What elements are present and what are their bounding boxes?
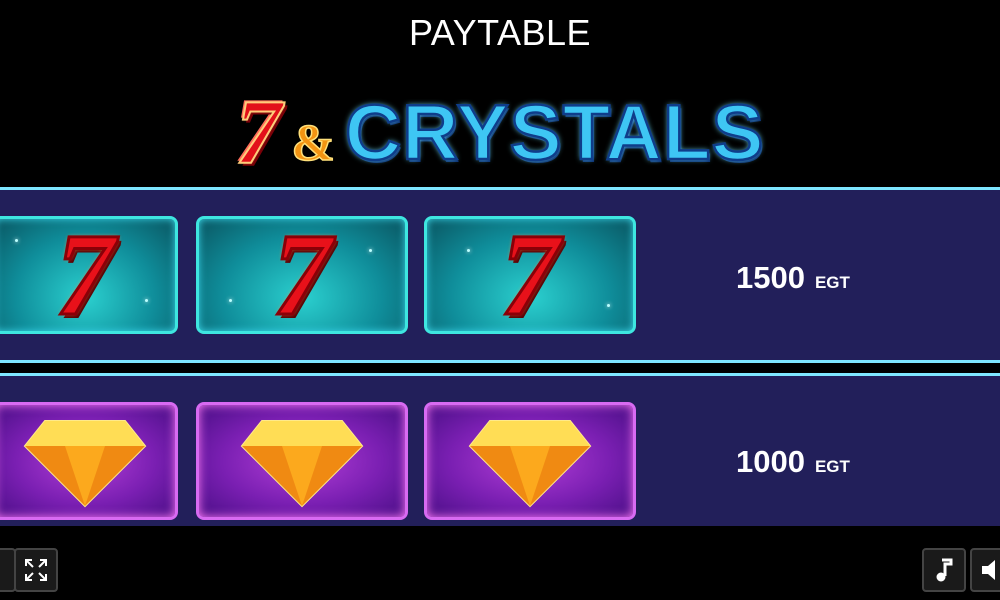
- seven-glyph: 7: [54, 216, 116, 334]
- logo-ampersand: &: [291, 115, 336, 172]
- logo-seven: 7: [235, 81, 283, 183]
- paytable-row-diamond: 1000 EGT: [0, 373, 1000, 526]
- prize-currency: EGT: [814, 273, 850, 292]
- music-icon: [936, 558, 953, 582]
- diamond-symbol: [196, 402, 408, 520]
- seven-symbol: 7: [424, 216, 636, 334]
- game-logo: 7 & CRYSTALS: [0, 82, 1000, 182]
- diamond-symbol: [424, 402, 636, 520]
- fullscreen-icon: [25, 559, 47, 581]
- seven-symbol: 7: [0, 216, 178, 334]
- seven-glyph: 7: [499, 216, 561, 334]
- logo-crystals: CRYSTALS: [344, 88, 765, 176]
- diamond-icon: [240, 420, 364, 508]
- music-button[interactable]: [922, 548, 966, 592]
- diamond-icon: [468, 420, 592, 508]
- sound-icon: [982, 560, 995, 580]
- fullscreen-button[interactable]: [14, 548, 58, 592]
- page-title: PAYTABLE: [408, 12, 592, 53]
- prize-currency: EGT: [814, 457, 850, 476]
- prize-amount: 1000: [736, 444, 805, 479]
- prize-value: 1000 EGT: [736, 444, 850, 480]
- paytable-row-seven: 7 7 7 1500 EGT: [0, 187, 1000, 363]
- prize-amount: 1500: [736, 260, 805, 295]
- sound-button[interactable]: [970, 548, 1000, 592]
- prize-value: 1500 EGT: [736, 260, 850, 296]
- seven-symbol: 7: [196, 216, 408, 334]
- diamond-icon: [23, 420, 147, 508]
- diamond-symbol: [0, 402, 178, 520]
- seven-glyph: 7: [271, 216, 333, 334]
